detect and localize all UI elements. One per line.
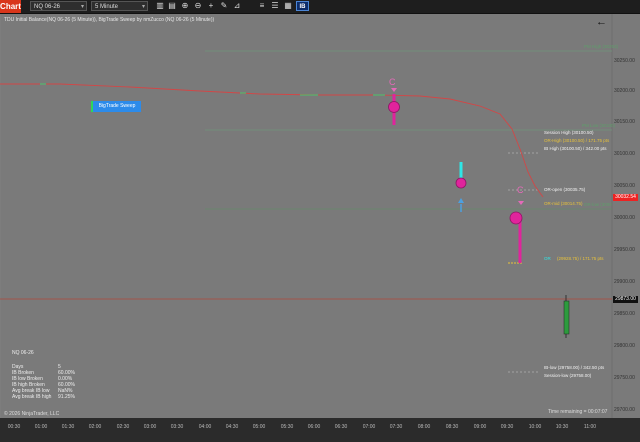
ib-high-label: IB High (30100.50) / 342.00 pts bbox=[544, 146, 607, 151]
price-tick: 30150.00 bbox=[614, 119, 635, 125]
session-low-label: Session-low (29758.00) bbox=[544, 373, 592, 378]
ib-low-label: IB-low (29758.00) / 342.50 pts bbox=[544, 365, 605, 370]
time-tick: 08:30 bbox=[445, 424, 459, 430]
chart-title: TDU Initial Balance(NQ 06-26 (5 Minute))… bbox=[4, 17, 215, 23]
back-arrow-icon[interactable]: ← bbox=[596, 16, 607, 28]
bar-style-icon[interactable]: ▤ bbox=[167, 1, 177, 11]
copyright: © 2026 NinjaTrader, LLC bbox=[4, 411, 60, 417]
crosshair-icon[interactable]: + bbox=[206, 1, 216, 11]
interval-value: 5 Minute bbox=[95, 4, 119, 10]
price-tick: 29750.00 bbox=[614, 375, 635, 381]
time-tick: 08:00 bbox=[417, 424, 431, 430]
stats-instrument: NQ 06-26 bbox=[12, 350, 34, 356]
stack-icon[interactable]: ≡ bbox=[257, 1, 267, 11]
time-remaining: Time remaining = 00:07:07 bbox=[548, 409, 608, 415]
time-tick: 06:30 bbox=[334, 424, 348, 430]
ib-button[interactable]: IB bbox=[296, 1, 309, 11]
interval-selector[interactable]: 5 Minute ▾ bbox=[91, 1, 148, 11]
time-tick: 07:30 bbox=[389, 424, 403, 430]
stats-label: Avg break IB high bbox=[12, 394, 52, 400]
or-low-label-a: OR bbox=[544, 256, 551, 261]
time-tick: 03:30 bbox=[170, 424, 184, 430]
toolbar: Chart NQ 06-26 ▾ 5 Minute ▾ ▥ ▤ ⊕ ⊖ + ✎ … bbox=[0, 0, 640, 14]
price-tick: 29700.00 bbox=[614, 407, 635, 413]
zoom-in-icon[interactable]: ⊕ bbox=[180, 1, 190, 11]
time-tick: 05:00 bbox=[252, 424, 266, 430]
sweep-marker-3 bbox=[509, 201, 524, 263]
time-axis bbox=[0, 418, 640, 442]
time-tick: 01:30 bbox=[61, 424, 75, 430]
instrument-value: NQ 06-26 bbox=[34, 4, 61, 10]
stats-value: 91.25% bbox=[58, 394, 75, 400]
time-tick: 00:30 bbox=[7, 424, 21, 430]
c-marker-label-1: C bbox=[389, 77, 396, 87]
last-candle bbox=[563, 295, 570, 338]
last-price-tag: 29873.00 bbox=[613, 296, 638, 303]
sweep-marker-1 bbox=[388, 88, 400, 125]
or-low-right-label: OR-low (3000 bbox=[584, 202, 612, 207]
data-box-icon[interactable]: ▦ bbox=[283, 1, 293, 11]
price-tick: 30250.00 bbox=[614, 58, 635, 64]
ruler-icon[interactable]: ⊿ bbox=[232, 1, 242, 11]
time-tick: 10:00 bbox=[528, 424, 542, 430]
price-tick: 30000.00 bbox=[614, 215, 635, 221]
current-price-tag: 30032.54 bbox=[613, 194, 638, 201]
price-tick: 29800.00 bbox=[614, 343, 635, 349]
sweep-label: BigTrade Sweep bbox=[93, 101, 141, 112]
sweep-marker-2 bbox=[455, 162, 467, 212]
time-tick: 03:00 bbox=[143, 424, 157, 430]
or-high-label: OR-High (30100.50) / 171.75 pts bbox=[544, 138, 610, 143]
time-tick: 04:30 bbox=[225, 424, 239, 430]
time-tick: 02:30 bbox=[116, 424, 130, 430]
chart-plot-area[interactable]: C C PM High (30253) PM Low (30100) Sessi… bbox=[0, 14, 640, 418]
instrument-selector[interactable]: NQ 06-26 ▾ bbox=[30, 1, 87, 11]
pencil-icon[interactable]: ✎ bbox=[219, 1, 229, 11]
time-tick: 04:00 bbox=[198, 424, 212, 430]
chart-tab[interactable]: Chart bbox=[0, 0, 21, 13]
time-tick: 07:00 bbox=[362, 424, 376, 430]
time-tick: 01:00 bbox=[34, 424, 48, 430]
time-tick: 02:00 bbox=[88, 424, 102, 430]
chart-canvas bbox=[0, 14, 613, 418]
time-tick: 10:30 bbox=[555, 424, 569, 430]
price-tick: 30200.00 bbox=[614, 88, 635, 94]
or-open-label: OR-open (30035.75) bbox=[544, 187, 586, 192]
c-marker-label-2: C bbox=[517, 185, 524, 195]
price-tick: 29850.00 bbox=[614, 311, 635, 317]
or-low-label-b: (29928.75) / 171.75 pts bbox=[557, 256, 604, 261]
price-tick: 29950.00 bbox=[614, 247, 635, 253]
chevron-down-icon: ▾ bbox=[80, 4, 84, 10]
time-tick: 11:00 bbox=[583, 424, 597, 430]
time-tick: 06:00 bbox=[307, 424, 321, 430]
session-high-label: Session High (30100.50) bbox=[544, 130, 594, 135]
time-tick: 09:00 bbox=[473, 424, 487, 430]
bar-chart-icon[interactable]: ▥ bbox=[155, 1, 165, 11]
price-tick: 29900.00 bbox=[614, 279, 635, 285]
price-tick: 30100.00 bbox=[614, 151, 635, 157]
time-tick: 09:30 bbox=[500, 424, 514, 430]
zoom-out-icon[interactable]: ⊖ bbox=[193, 1, 203, 11]
price-tick: 30050.00 bbox=[614, 183, 635, 189]
or-mid-label: OR-mid (30014.75) bbox=[544, 201, 583, 206]
time-tick: 05:30 bbox=[280, 424, 294, 430]
pm-low-label: PM Low (30100) bbox=[582, 123, 616, 128]
properties-icon[interactable]: ☰ bbox=[270, 1, 280, 11]
pm-high-label: PM High (30253) bbox=[584, 44, 619, 49]
chevron-down-icon: ▾ bbox=[141, 4, 145, 10]
